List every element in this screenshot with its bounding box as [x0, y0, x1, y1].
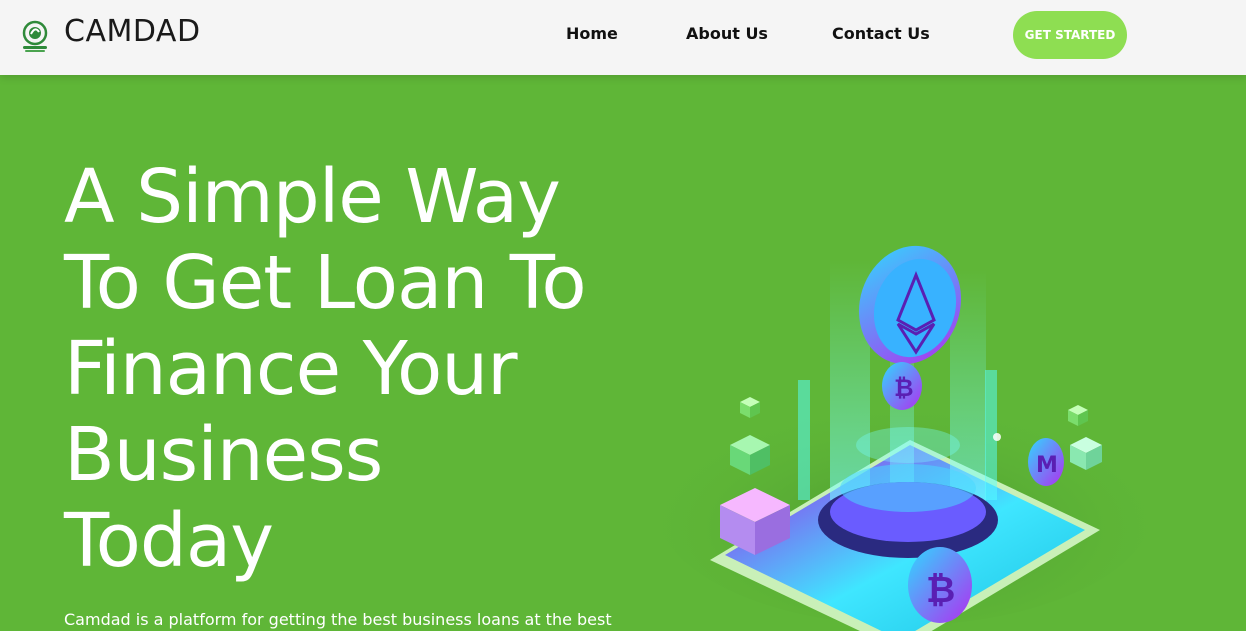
- hero-title-line: To Get Loan To: [64, 240, 587, 326]
- svg-text:M: M: [1036, 453, 1058, 478]
- nav-home-link[interactable]: Home: [566, 24, 618, 43]
- get-started-button[interactable]: GET STARTED: [1013, 11, 1127, 59]
- hero-title-line: Finance Your: [64, 326, 518, 412]
- crypto-phone-illustration: ₿ ₿ M: [655, 245, 1155, 631]
- hero-title-line: Business: [64, 412, 383, 498]
- nav-about-link[interactable]: About Us: [686, 24, 768, 43]
- nav-contact-link[interactable]: Contact Us: [832, 24, 930, 43]
- svg-text:₿: ₿: [894, 374, 914, 402]
- hero-title: A Simple Way To Get Loan To Finance Your…: [64, 154, 664, 584]
- hero-title-line: A Simple Way: [64, 154, 561, 240]
- hero-description: Camdad is a platform for getting the bes…: [64, 610, 612, 629]
- hero-title-line: Today: [64, 498, 274, 584]
- brand-name[interactable]: CAMDAD: [64, 14, 201, 49]
- svg-text:₿: ₿: [926, 570, 955, 611]
- camdad-logo-icon[interactable]: [20, 20, 50, 54]
- site-header: CAMDAD Home About Us Contact Us GET STAR…: [0, 0, 1246, 75]
